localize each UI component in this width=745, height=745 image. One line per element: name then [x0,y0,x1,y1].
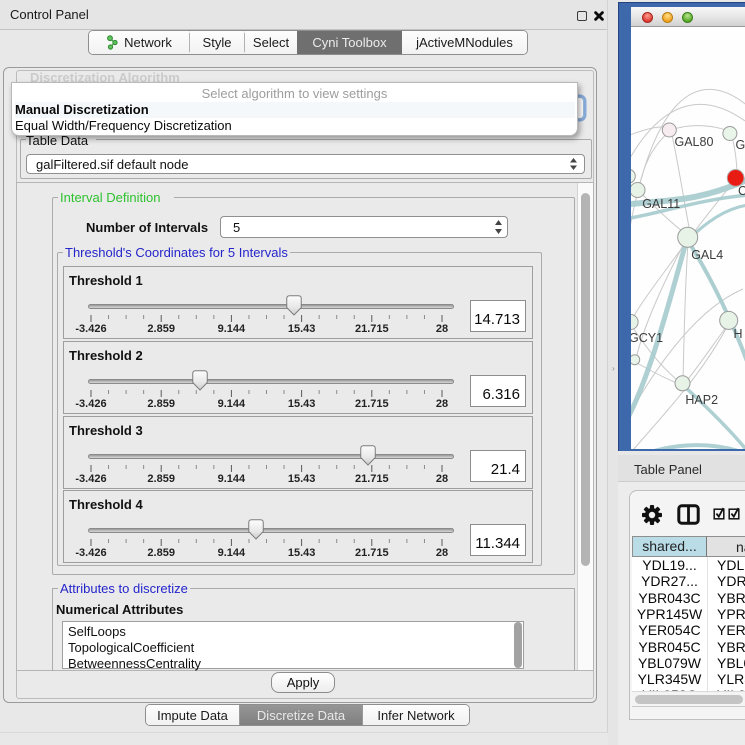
svg-text:HAP2: HAP2 [685,393,718,407]
svg-text:C: C [738,184,745,198]
svg-text:H: H [734,327,743,341]
svg-text:GAL11: GAL11 [642,197,680,211]
svg-text:GAL4: GAL4 [691,248,723,262]
svg-text:G.: G. [736,138,745,152]
svg-text:GAL80: GAL80 [675,135,714,149]
svg-text:GCY1: GCY1 [631,331,663,345]
